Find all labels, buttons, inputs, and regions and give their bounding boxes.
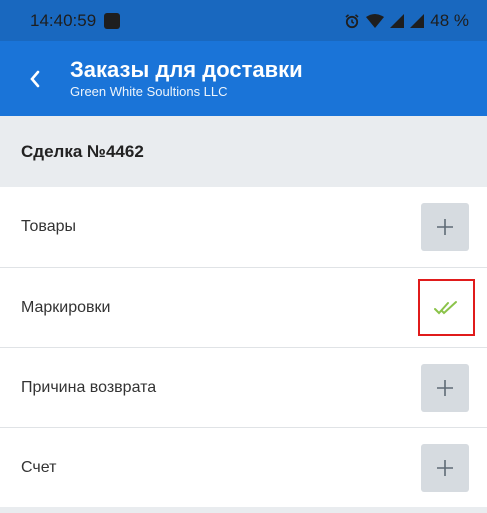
list-item-invoice[interactable]: Счет	[0, 427, 487, 507]
list-item-label: Маркировки	[21, 298, 111, 316]
list-item-markings[interactable]: Маркировки	[0, 267, 487, 347]
back-button[interactable]	[0, 41, 70, 116]
plus-icon	[437, 379, 453, 396]
alarm-icon	[345, 13, 359, 28]
signal-icon	[390, 13, 405, 28]
list-item-label: Причина возврата	[21, 378, 157, 396]
wifi-icon	[366, 13, 385, 28]
app-notification-icon	[104, 12, 121, 29]
bottom-divider	[0, 507, 487, 513]
plus-icon	[437, 219, 453, 235]
deal-header: Сделка №4462	[0, 116, 487, 187]
double-check-icon	[433, 300, 457, 314]
deal-items-list: Товары Маркировки Причина возврата Счет	[0, 187, 487, 507]
page-subtitle: Green White Soultions LLC	[70, 83, 228, 99]
deal-title: Сделка №4462	[21, 141, 144, 161]
add-goods-button[interactable]	[421, 203, 469, 251]
list-item-label: Счет	[21, 458, 57, 476]
markings-status-button[interactable]	[418, 279, 475, 336]
plus-icon	[437, 459, 453, 476]
list-item-return-reason[interactable]: Причина возврата	[0, 347, 487, 427]
chevron-left-icon	[30, 70, 40, 87]
status-bar: 14:40:59 48 %	[0, 0, 487, 41]
status-time: 14:40:59	[30, 10, 97, 30]
add-return-reason-button[interactable]	[421, 363, 469, 412]
page-title: Заказы для доставки	[70, 56, 303, 82]
signal-icon	[410, 13, 425, 28]
list-item-label: Товары	[21, 218, 77, 235]
add-invoice-button[interactable]	[421, 443, 469, 492]
app-bar: Заказы для доставки Green White Soultion…	[0, 41, 487, 116]
battery-level: 48 %	[430, 10, 469, 30]
list-item-goods[interactable]: Товары	[0, 187, 487, 267]
